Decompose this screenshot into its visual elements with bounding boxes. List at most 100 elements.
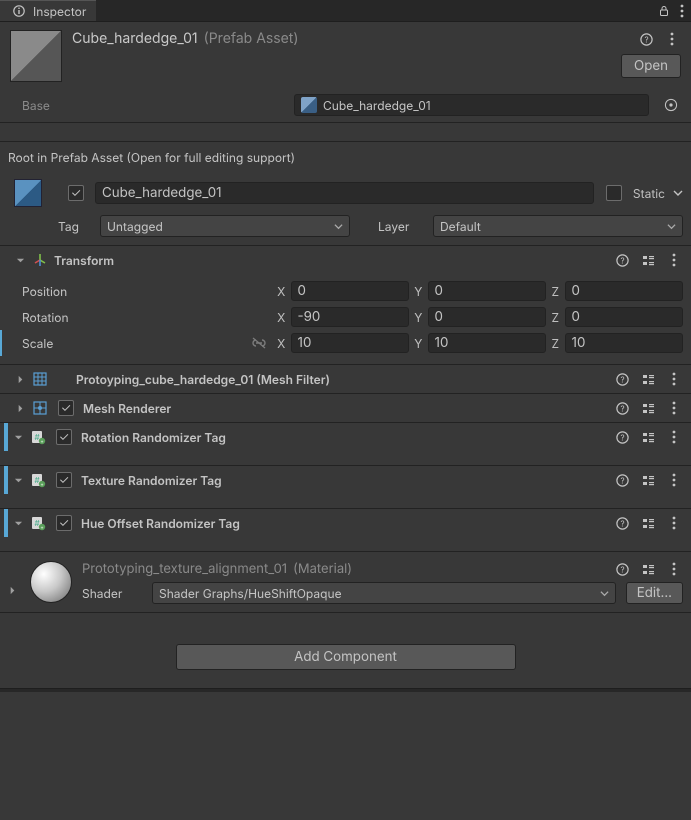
static-dropdown-caret[interactable] — [673, 186, 683, 201]
more-icon[interactable] — [665, 471, 683, 489]
component-icon: #+ — [30, 429, 46, 445]
constrain-proportions-icon[interactable] — [248, 336, 270, 350]
preset-icon[interactable] — [639, 428, 657, 446]
object-picker-icon[interactable] — [661, 98, 681, 112]
go-name-field[interactable] — [95, 182, 594, 204]
more-icon[interactable] — [665, 370, 683, 388]
base-row: Base Cube_hardedge_01 — [0, 88, 691, 122]
component-title: Rotation Randomizer Tag — [81, 430, 607, 445]
base-label: Base — [22, 98, 282, 113]
scale-row: Scale X Y Z — [0, 330, 683, 356]
preset-icon[interactable] — [639, 370, 657, 388]
svg-text:?: ? — [620, 374, 624, 384]
component-title: Hue Offset Randomizer Tag — [81, 516, 607, 531]
scale-z-field[interactable] — [565, 333, 683, 353]
more-icon[interactable] — [665, 560, 683, 578]
material-name: Prototyping_texture_alignment_01 — [82, 561, 287, 577]
component-enabled-toggle[interactable] — [58, 400, 74, 416]
component-header[interactable]: #+Hue Offset Randomizer Tag? — [0, 509, 691, 537]
svg-text:+: + — [40, 482, 43, 488]
preset-icon[interactable] — [639, 560, 657, 578]
rotation-y-field[interactable] — [428, 307, 546, 327]
shader-dropdown[interactable]: Shader Graphs/HueShiftOpaque — [152, 582, 616, 604]
more-icon[interactable] — [665, 514, 683, 532]
position-z-field[interactable] — [565, 281, 683, 301]
static-toggle[interactable] — [606, 185, 622, 201]
component: #+Hue Offset Randomizer Tag? — [0, 508, 691, 551]
foldout-icon[interactable] — [14, 254, 26, 266]
layer-label: Layer — [378, 219, 423, 234]
component-title: Texture Randomizer Tag — [81, 473, 607, 488]
help-icon[interactable]: ? — [613, 370, 631, 388]
layer-value: Default — [440, 219, 481, 234]
more-icon[interactable] — [663, 30, 681, 48]
help-icon[interactable]: ? — [613, 560, 631, 578]
base-object-value: Cube_hardedge_01 — [323, 98, 431, 113]
svg-text:?: ? — [620, 403, 624, 413]
preset-icon[interactable] — [639, 471, 657, 489]
transform-icon — [32, 252, 48, 268]
lock-icon[interactable] — [655, 2, 673, 20]
help-icon[interactable]: ? — [613, 251, 631, 269]
component-icon — [32, 371, 48, 387]
component-header[interactable]: #+ Rotation Randomizer Tag? — [0, 423, 691, 451]
tab-menu-icon[interactable] — [673, 2, 691, 20]
help-icon[interactable]: ? — [613, 428, 631, 446]
static-label: Static — [633, 186, 665, 201]
component-enabled-toggle[interactable] — [56, 429, 72, 445]
position-x-field[interactable] — [291, 281, 409, 301]
position-y-field[interactable] — [428, 281, 546, 301]
info-icon — [10, 2, 28, 20]
foldout-icon[interactable] — [12, 517, 24, 529]
tab-inspector[interactable]: Inspector — [0, 0, 96, 21]
shader-label: Shader — [82, 586, 142, 601]
base-object-field[interactable]: Cube_hardedge_01 — [294, 94, 649, 116]
more-icon[interactable] — [665, 251, 683, 269]
asset-type-suffix: (Prefab Asset) — [204, 30, 299, 47]
more-icon[interactable] — [665, 399, 683, 417]
layer-dropdown[interactable]: Default — [433, 215, 683, 237]
component: Protoyping_cube_hardedge_01 (Mesh Filter… — [0, 364, 691, 393]
component: Mesh Renderer? — [0, 393, 691, 422]
chevron-down-icon — [667, 219, 676, 234]
component-header[interactable]: #+Texture Randomizer Tag? — [0, 466, 691, 494]
svg-text:?: ? — [620, 475, 624, 485]
component-icon — [32, 400, 48, 416]
foldout-icon[interactable] — [12, 474, 24, 486]
material-type-suffix: (Material) — [293, 561, 352, 577]
rotation-z-field[interactable] — [565, 307, 683, 327]
scale-label: Scale — [22, 336, 242, 351]
scale-y-field[interactable] — [428, 333, 546, 353]
help-icon[interactable]: ? — [613, 399, 631, 417]
preset-icon[interactable] — [639, 514, 657, 532]
foldout-icon[interactable] — [8, 583, 20, 598]
foldout-icon[interactable] — [14, 402, 26, 414]
more-icon[interactable] — [665, 428, 683, 446]
go-header: Static — [0, 175, 691, 213]
svg-text:?: ? — [620, 564, 624, 574]
edit-shader-button[interactable]: Edit... — [626, 582, 683, 604]
foldout-icon[interactable] — [12, 431, 24, 443]
prefab-icon — [301, 97, 317, 113]
preset-icon[interactable] — [639, 399, 657, 417]
component-enabled-toggle[interactable] — [56, 515, 72, 531]
rotation-x-field[interactable] — [291, 307, 409, 327]
help-icon[interactable]: ? — [613, 471, 631, 489]
component-header[interactable]: Protoyping_cube_hardedge_01 (Mesh Filter… — [0, 365, 691, 393]
tab-label: Inspector — [33, 4, 86, 19]
add-component-button[interactable]: Add Component — [176, 644, 516, 670]
help-icon[interactable]: ? — [637, 30, 655, 48]
help-icon[interactable]: ? — [613, 514, 631, 532]
preset-icon[interactable] — [639, 251, 657, 269]
component-header[interactable]: Mesh Renderer? — [0, 394, 691, 422]
component-enabled-toggle[interactable] — [56, 472, 72, 488]
tag-dropdown[interactable]: Untagged — [100, 215, 350, 237]
shader-value: Shader Graphs/HueShiftOpaque — [159, 586, 342, 601]
open-button[interactable]: Open — [621, 54, 681, 78]
foldout-icon[interactable] — [14, 373, 26, 385]
go-enabled-toggle[interactable] — [68, 185, 84, 201]
prefab-thumbnail — [14, 179, 42, 207]
transform-title: Transform — [54, 253, 607, 268]
transform-header[interactable]: Transform ? — [0, 246, 691, 274]
scale-x-field[interactable] — [291, 333, 409, 353]
